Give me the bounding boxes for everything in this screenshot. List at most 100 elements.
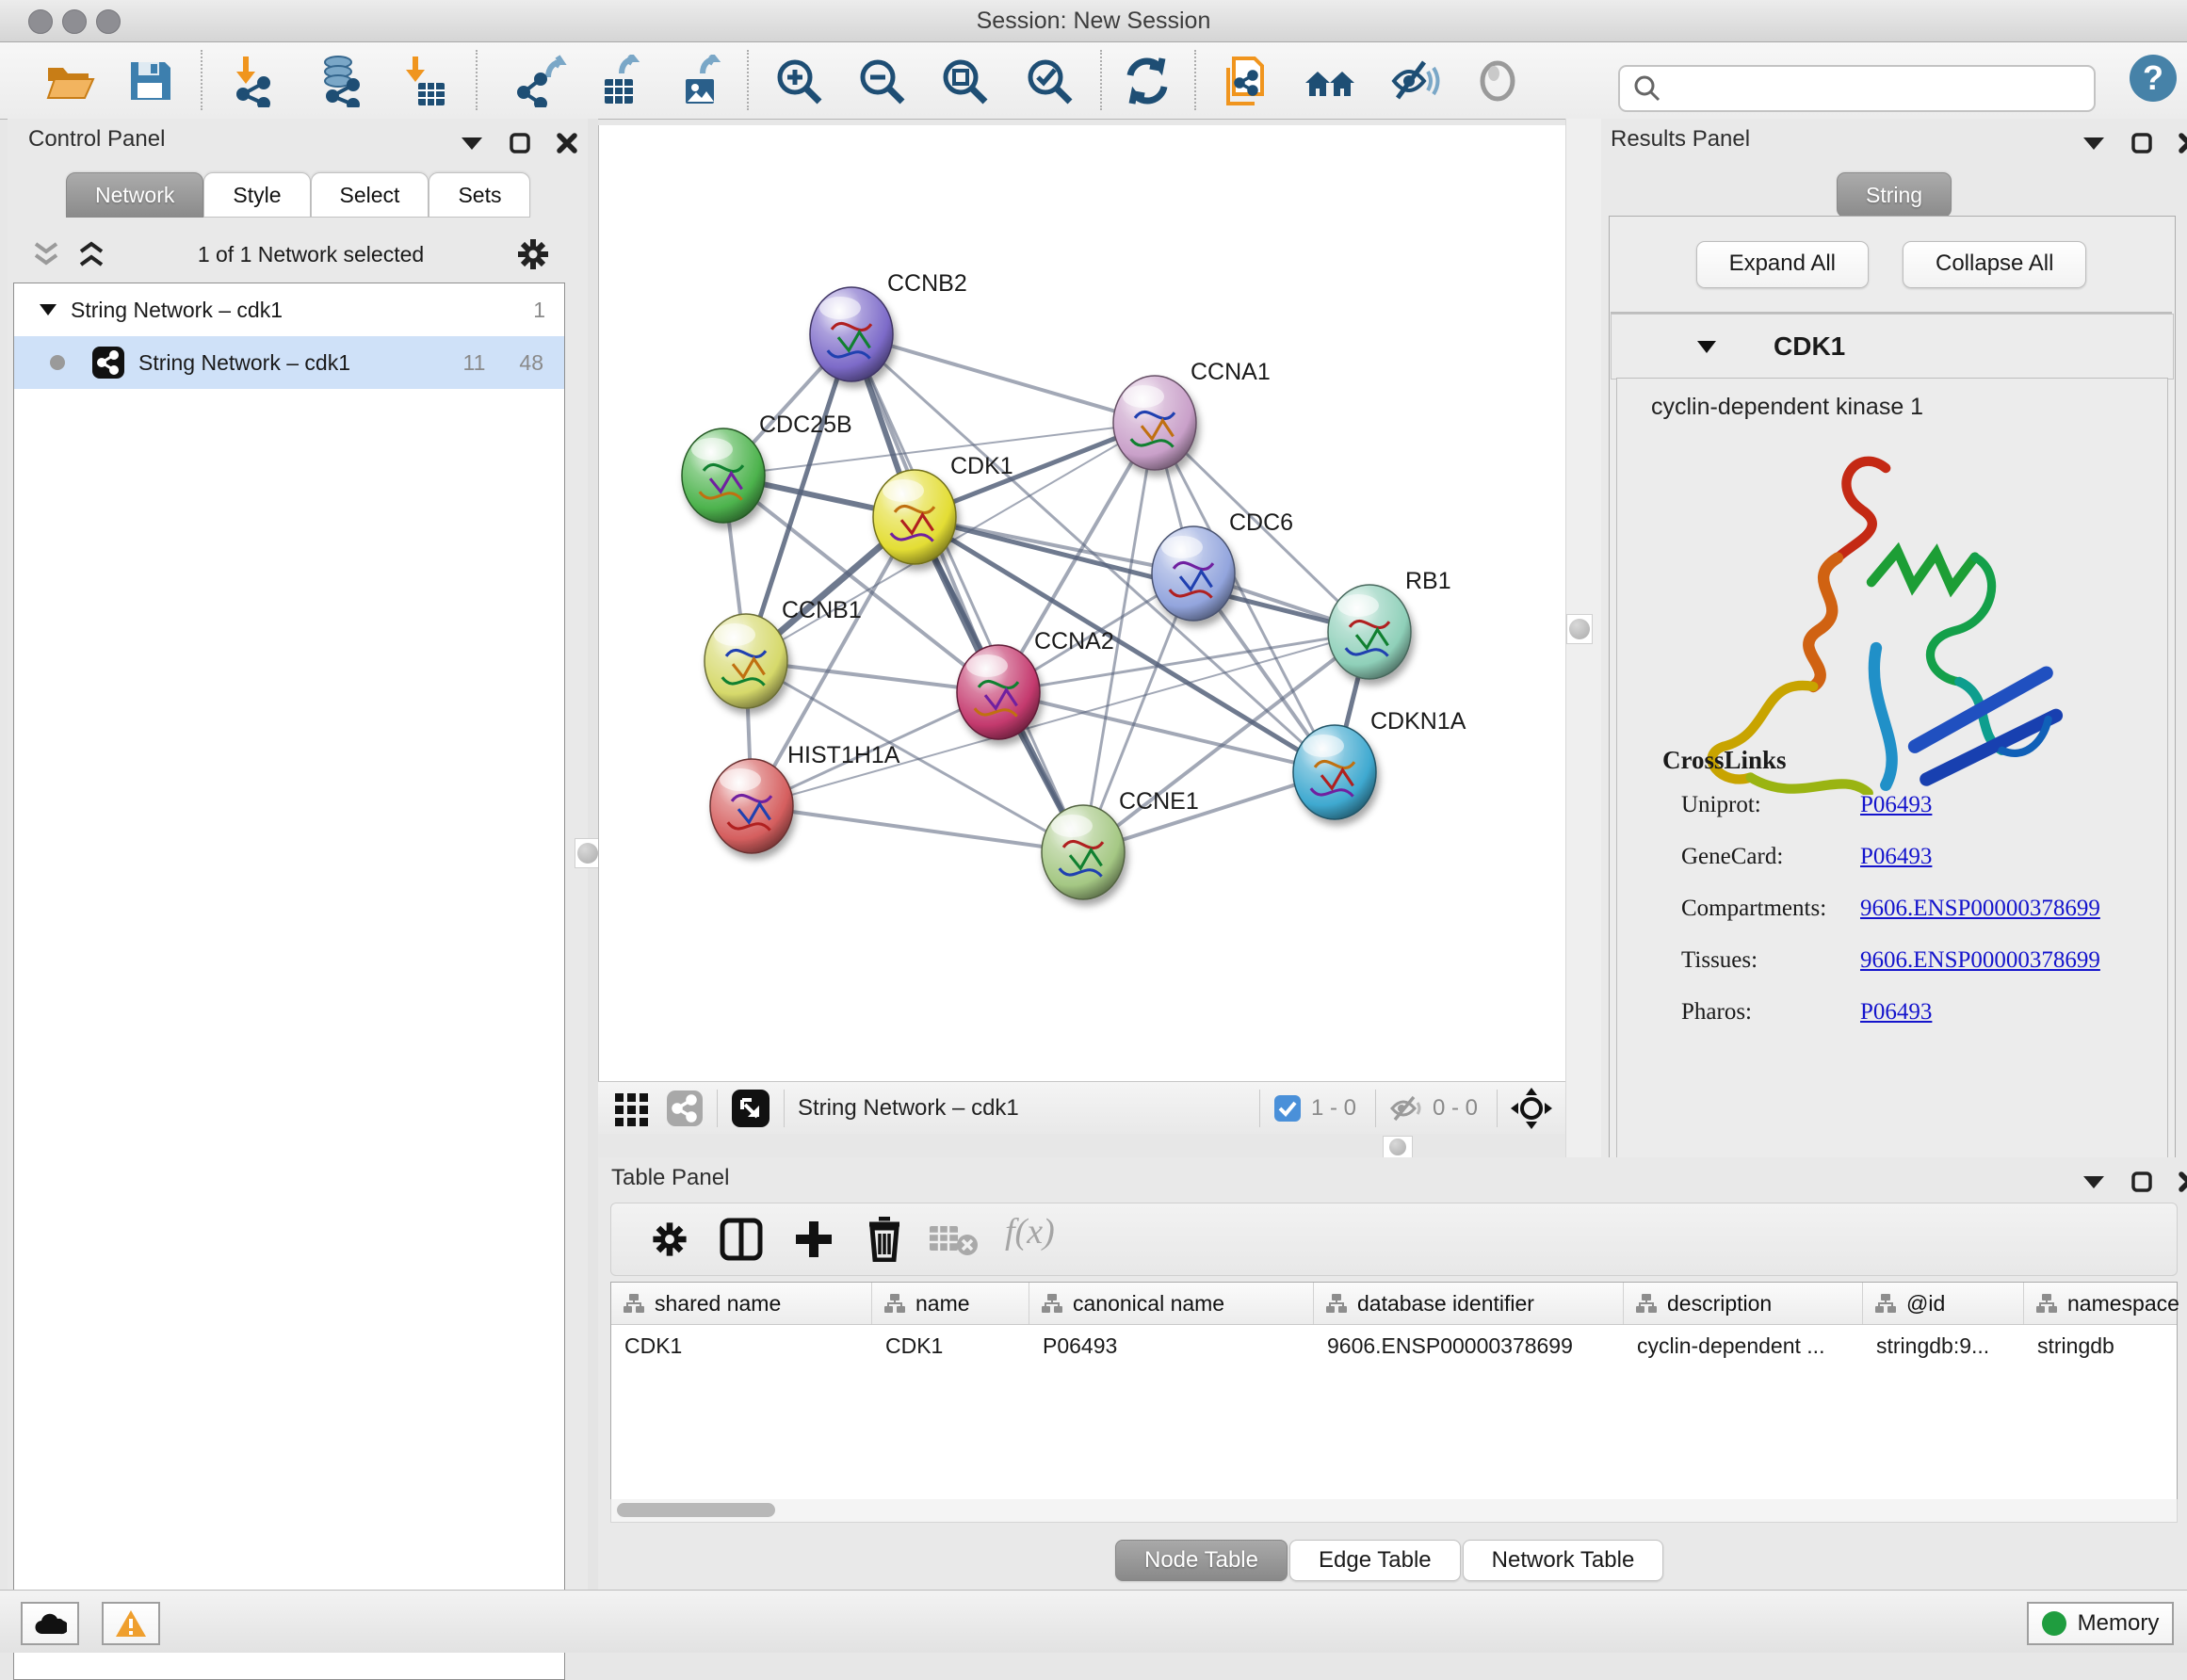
search-input[interactable] [1671,74,2094,103]
network-canvas[interactable]: CCNB2CCNA1CDC25BCDK1CDC6RB1CCNB1CCNA2CDK… [598,125,1567,1081]
tab-sets[interactable]: Sets [429,172,530,218]
column-header-canonical-name[interactable]: canonical name [1029,1283,1314,1324]
panel-maximize-icon[interactable] [2130,132,2153,154]
gene-description: cyclin-dependent kinase 1 [1651,394,1923,421]
import-network-file-icon[interactable] [226,55,279,107]
column-header-namespace[interactable]: namespace [2024,1283,2187,1324]
zoom-fit-content-icon[interactable] [938,55,991,107]
panel-maximize-icon[interactable] [509,132,531,154]
tab-network[interactable]: Network [66,172,203,218]
splitter-handle[interactable] [1566,614,1593,644]
tab-string[interactable]: String [1837,172,1952,218]
add-column-icon[interactable] [792,1218,835,1261]
column-header--id[interactable]: @id [1863,1283,2024,1324]
cloud-icon [33,1611,67,1636]
network-thumbnail-icon[interactable] [666,1090,704,1127]
panel-maximize-icon[interactable] [2130,1171,2153,1193]
detach-view-icon[interactable] [731,1089,770,1128]
tab-network-table[interactable]: Network Table [1463,1540,1664,1581]
graph-node-CDKN1A[interactable]: CDKN1A [1293,708,1466,819]
panel-float-icon[interactable] [2082,136,2106,151]
table-row[interactable]: CDK1CDK1P064939606.ENSP00000378699cyclin… [611,1325,2177,1366]
selected-checkbox-icon[interactable] [1273,1094,1302,1123]
panel-close-icon[interactable] [2178,132,2187,154]
collapse-all-icon[interactable] [30,240,62,268]
warnings-button[interactable] [102,1602,160,1645]
crosslink-label: Pharos: [1662,999,1860,1026]
grid-view-icon[interactable] [613,1090,651,1127]
network-view-toolbar: String Network – cdk1 1 - 0 0 - 0 [598,1081,1565,1135]
hide-selected-icon[interactable] [1388,55,1441,107]
edge-count: 48 [519,350,543,376]
export-network-icon[interactable] [516,55,569,107]
tab-select[interactable]: Select [311,172,429,218]
panel-close-icon[interactable] [2178,1171,2187,1193]
export-image-icon[interactable] [674,55,727,107]
crosslink-link[interactable]: P06493 [1860,844,1932,870]
crosslink-label: Uniprot: [1662,792,1860,818]
clone-network-icon[interactable] [1221,55,1273,107]
graph-node-CDC6[interactable]: CDC6 [1152,509,1293,621]
tree-expander-icon[interactable] [39,303,57,316]
tab-node-table[interactable]: Node Table [1115,1540,1288,1581]
splitter-handle[interactable] [1383,1136,1413,1158]
crosslink-link[interactable]: 9606.ENSP00000378699 [1860,947,2100,974]
network-row[interactable]: String Network – cdk1 11 48 [14,336,564,389]
horizontal-splitter[interactable] [598,1134,1565,1157]
help-icon[interactable]: ? [2127,52,2179,105]
birdseye-navigator-icon[interactable] [1511,1088,1552,1129]
graph-node-CDC25B[interactable]: CDC25B [682,412,852,523]
search-icon [1631,73,1663,105]
expand-all-button[interactable]: Expand All [1696,241,1869,288]
string-results-box: Expand All Collapse All CDK1 cyclin-depe… [1609,216,2176,1206]
network-options-gear-icon[interactable] [514,235,552,273]
show-all-icon[interactable] [1471,55,1524,107]
table-settings-gear-icon[interactable] [649,1219,690,1260]
zoom-out-icon[interactable] [855,55,908,107]
current-network-dot [50,355,65,370]
network-collection-label: String Network – cdk1 [71,298,533,323]
graph-node-HIST1H1A[interactable]: HIST1H1A [710,742,900,853]
crosslink-link[interactable]: 9606.ENSP00000378699 [1860,896,2100,922]
column-header-description[interactable]: description [1624,1283,1863,1324]
graph-node-RB1[interactable]: RB1 [1328,568,1451,679]
memory-button[interactable]: Memory [2027,1602,2174,1645]
panel-close-icon[interactable] [556,132,578,154]
cloud-status-button[interactable] [21,1602,79,1645]
gene-expander-icon[interactable] [1696,340,1717,354]
network-collection-row[interactable]: String Network – cdk1 1 [14,283,564,336]
first-neighbors-icon[interactable] [1304,55,1356,107]
expand-all-icon[interactable] [75,240,107,268]
column-header-database-identifier[interactable]: database identifier [1314,1283,1624,1324]
window-close-button[interactable] [28,9,53,34]
save-session-icon[interactable] [123,55,176,107]
column-header-shared-name[interactable]: shared name [611,1283,872,1324]
table-hscrollbar[interactable] [610,1499,2178,1523]
network-icon [91,346,125,380]
export-table-icon[interactable] [593,55,646,107]
title-bar: Session: New Session [0,0,2187,42]
tab-edge-table[interactable]: Edge Table [1289,1540,1461,1581]
graph-node-CCNB2[interactable]: CCNB2 [810,270,967,381]
graph-node-CDK1[interactable]: CDK1 [873,453,1013,564]
delete-column-icon[interactable] [864,1217,905,1262]
graph-node-CCNA1[interactable]: CCNA1 [1113,359,1271,470]
import-table-file-icon[interactable] [396,55,448,107]
update-network-icon[interactable] [1121,55,1174,107]
graph-node-CCNE1[interactable]: CCNE1 [1042,788,1199,899]
crosslink-link[interactable]: P06493 [1860,999,1932,1026]
panel-float-icon[interactable] [2082,1174,2106,1189]
panel-float-icon[interactable] [460,136,484,151]
zoom-in-icon[interactable] [772,55,825,107]
collapse-all-button[interactable]: Collapse All [1903,241,2086,288]
import-network-database-icon[interactable] [314,55,366,107]
splitter-handle[interactable] [575,838,601,868]
zoom-selected-icon[interactable] [1023,55,1076,107]
open-session-icon[interactable] [43,55,96,107]
column-visibility-icon[interactable] [720,1218,763,1261]
window-minimize-button[interactable] [62,9,87,34]
crosslink-link[interactable]: P06493 [1860,792,1932,818]
column-header-name[interactable]: name [872,1283,1029,1324]
window-zoom-button[interactable] [96,9,121,34]
tab-style[interactable]: Style [203,172,310,218]
